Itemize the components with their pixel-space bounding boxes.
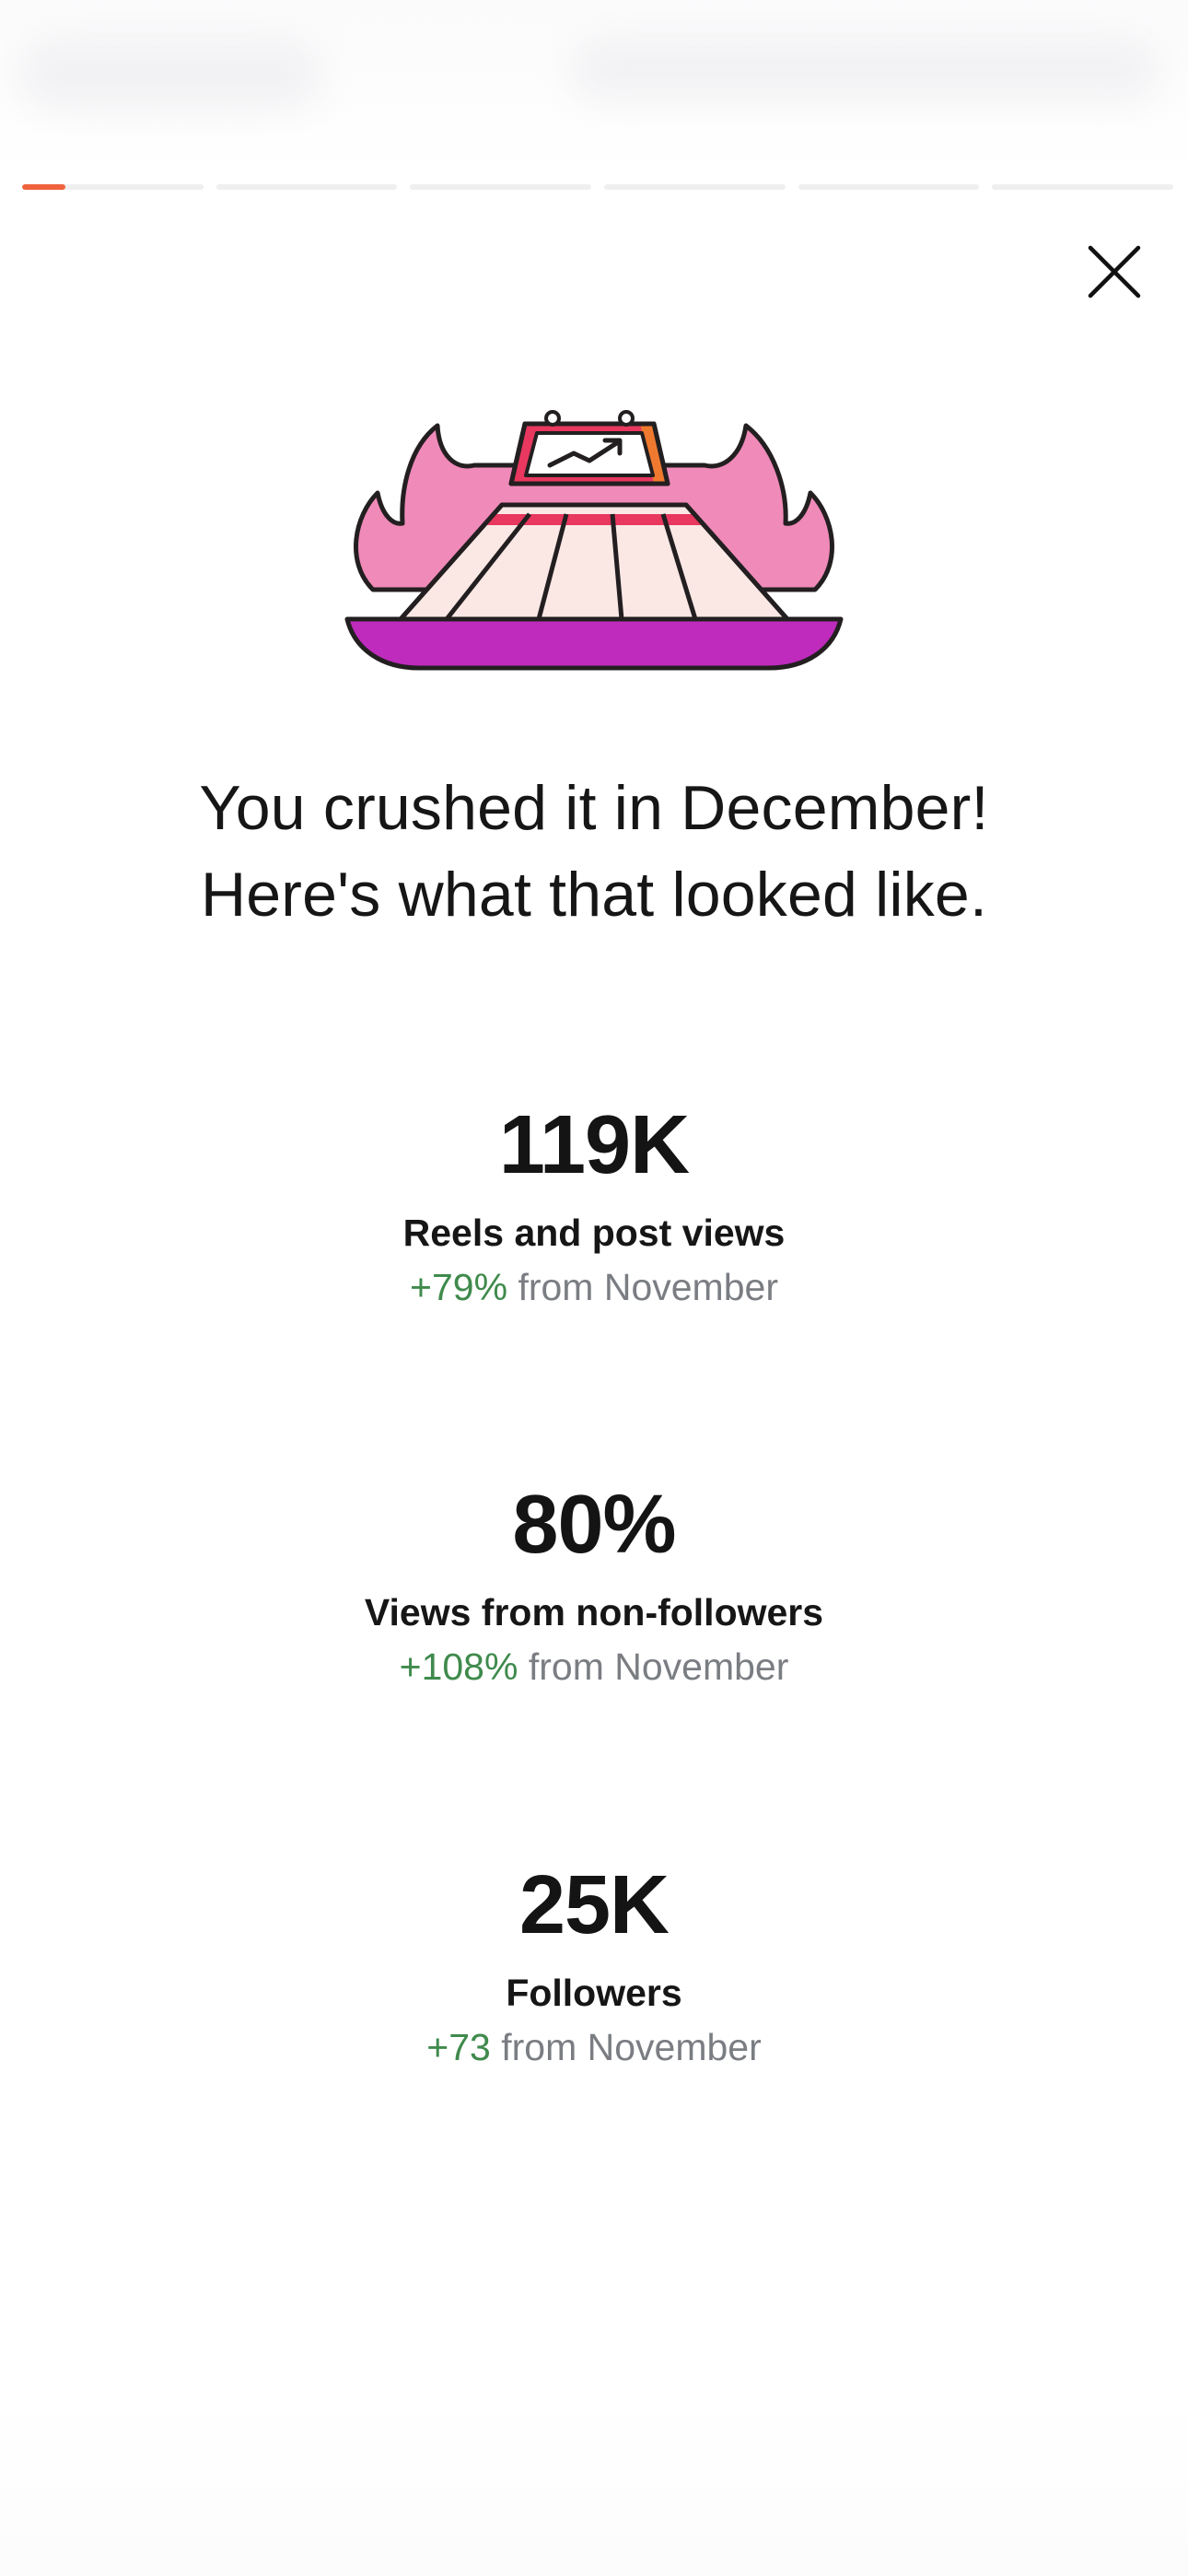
- stat-value: 80%: [512, 1479, 676, 1571]
- progress-segment: [410, 184, 592, 190]
- stat-delta: +79%: [410, 1266, 508, 1308]
- story-progress-bar: [22, 184, 1174, 190]
- close-button[interactable]: [1077, 235, 1151, 309]
- blurred-status-icons: [571, 37, 1160, 101]
- stat-from-text: from November: [501, 2026, 762, 2068]
- progress-fill: [22, 184, 66, 190]
- flaming-calendar-growth-icon: [336, 405, 852, 682]
- stat-reels-post-views: 119K Reels and post views +79% from Nove…: [0, 1095, 1188, 1314]
- stat-value: 119K: [498, 1099, 690, 1191]
- progress-segment: [215, 184, 398, 190]
- progress-segment: [992, 184, 1174, 190]
- stat-change: +79% from November: [0, 1260, 1188, 1314]
- progress-segment: [604, 184, 786, 190]
- stat-followers: 25K Followers +73 from November: [0, 1855, 1188, 2074]
- stat-delta: +108%: [399, 1645, 518, 1688]
- stat-label: Reels and post views: [402, 1212, 786, 1254]
- page-title: You crushed it in December! Here's what …: [0, 765, 1188, 938]
- stat-delta: +73: [426, 2026, 491, 2068]
- headline-line-2: Here's what that looked like.: [200, 860, 988, 930]
- stat-change: +73 from November: [0, 2020, 1188, 2074]
- status-bar-blurred: [0, 0, 1188, 175]
- stat-label: Followers: [506, 1972, 682, 2014]
- stat-from-text: from November: [518, 1266, 778, 1308]
- stat-change: +108% from November: [0, 1640, 1188, 1693]
- progress-segment: [798, 184, 980, 190]
- close-icon: [1088, 245, 1141, 299]
- stat-label: Views from non-followers: [364, 1591, 824, 1633]
- stat-from-text: from November: [528, 1645, 789, 1688]
- stat-non-follower-views: 80% Views from non-followers +108% from …: [0, 1474, 1188, 1693]
- blurred-time: [18, 37, 322, 111]
- bottom-home-area: [0, 2392, 1188, 2576]
- progress-segment: [22, 184, 204, 190]
- headline-line-1: You crushed it in December!: [199, 773, 989, 843]
- stat-value: 25K: [518, 1859, 670, 1951]
